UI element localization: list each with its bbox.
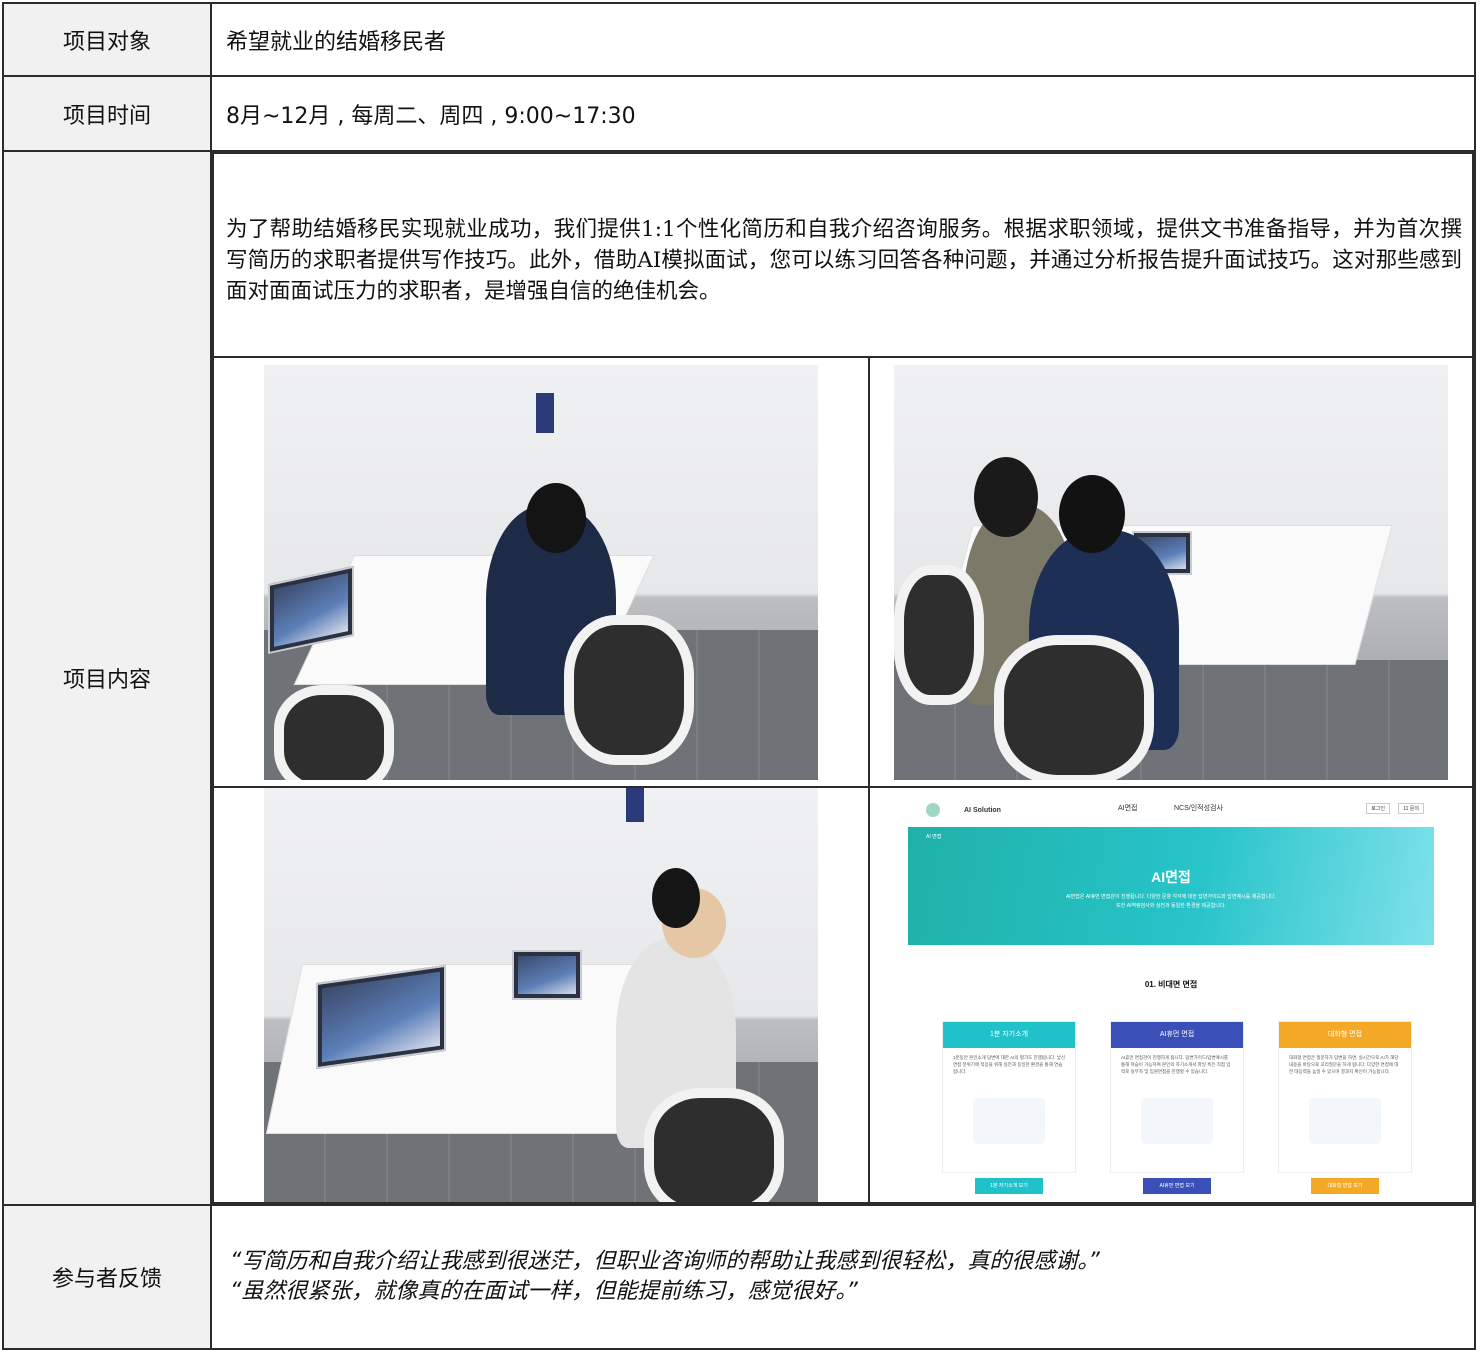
screen-illustration-icon xyxy=(1141,1098,1213,1144)
site-logo-icon xyxy=(926,803,940,817)
photo-cell-1 xyxy=(212,356,870,788)
feedback-quote-1: “写简历和自我介绍让我感到很迷茫，但职业咨询师的帮助让我感到很轻松，真的很感谢。… xyxy=(230,1249,1100,1274)
nav-ncs[interactable]: NCS/인적성검사 xyxy=(1174,803,1223,813)
card-self-intro-desc: 1분동안 본인소개 답변에 대한 AI의 평가도 진행됩니다. 낯선 면접 분위… xyxy=(953,1055,1065,1074)
card-self-intro: 1분 자기소개 1분동안 본인소개 답변에 대한 AI의 평가도 진행됩니다. … xyxy=(942,1021,1076,1194)
card-ai-human-desc: AI휴먼 면접관이 진행하게 됩니다. 답변가이드/답변예시를 통해 학습이 가… xyxy=(1121,1055,1231,1074)
photo-consultation-3 xyxy=(264,788,818,1202)
self-intro-button[interactable]: 1분 자기소개 보기 xyxy=(975,1178,1043,1194)
card-self-intro-title: 1분 자기소개 xyxy=(943,1022,1075,1048)
target-value: 希望就业的结婚移民者 xyxy=(210,2,1476,77)
site-nav: AI Solution AI면접 NCS/인적성검사 로그인 11 문의 xyxy=(926,803,1424,823)
people-illustration-icon xyxy=(973,1098,1045,1144)
hero-title: AI면접 xyxy=(1151,869,1191,885)
photo-cell-2 xyxy=(868,356,1474,788)
photo-consultation-2 xyxy=(894,364,1448,780)
feedback-label: 参与者反馈 xyxy=(2,1204,212,1350)
feedback-cell: “写简历和自我介绍让我感到很迷茫，但职业咨询师的帮助让我感到很轻松，真的很感谢。… xyxy=(210,1204,1476,1350)
nav-ai-interview[interactable]: AI면접 xyxy=(1118,803,1138,813)
time-label: 项目时间 xyxy=(2,75,212,152)
card-ai-human-title: AI휴먼 면접 xyxy=(1111,1022,1243,1048)
content-text-cell: 为了帮助结婚移民实现就业成功，我们提供1:1个性化简历和自我介绍咨询服务。根据求… xyxy=(212,152,1474,358)
photo-cell-3 xyxy=(212,786,870,1204)
content-cell: 为了帮助结婚移民实现就业成功，我们提供1:1个性化简历和自我介绍咨询服务。根据求… xyxy=(210,150,1476,1206)
photo-consultation-1 xyxy=(264,364,818,780)
target-label: 项目对象 xyxy=(2,2,212,77)
ai-human-button[interactable]: AI휴먼 면접 보기 xyxy=(1143,1178,1211,1194)
card-ai-human: AI휴먼 면접 AI휴먼 면접관이 진행하게 됩니다. 답변가이드/답변예시를 … xyxy=(1110,1021,1244,1194)
hero-text-1: AI면접은 AI휴먼 면접관이 진행됩니다. 다양한 문항 각각에 대한 답변가… xyxy=(1065,894,1277,900)
inquiry-button[interactable]: 11 문의 xyxy=(1398,803,1424,814)
content-paragraph: 为了帮助结婚移民实现就业成功，我们提供1:1个性化简历和自我介绍咨询服务。根据求… xyxy=(226,216,1462,304)
time-value: 8月~12月 , 每周二、周四 , 9:00~17:30 xyxy=(210,75,1476,152)
section-title: 01. 비대면 면접 xyxy=(1144,980,1198,989)
conversation-button[interactable]: 대화형 면접 보기 xyxy=(1311,1178,1379,1194)
site-breadcrumb[interactable]: AI 면접 xyxy=(926,833,941,840)
ai-interview-website: AI Solution AI면접 NCS/인적성검사 로그인 11 문의 AI … xyxy=(908,795,1434,1195)
login-button[interactable]: 로그인 xyxy=(1366,803,1390,814)
site-hero: AI 면접 AI면접 AI면접은 AI휴먼 면접관이 진행됩니다. 다양한 문항… xyxy=(908,827,1434,945)
meeting-illustration-icon xyxy=(1309,1098,1381,1144)
card-conversation: 대화형 면접 대화형 면접은 질문자가 답변을 하면, 실시간으로 AI가 해당… xyxy=(1278,1021,1412,1194)
content-label: 项目内容 xyxy=(2,150,212,1206)
card-conversation-title: 대화형 면접 xyxy=(1279,1022,1411,1048)
feedback-quote-2: “虽然很紧张，就像真的在面试一样，但能提前练习，感觉很好。” xyxy=(230,1279,858,1304)
content-inner-table: 为了帮助结婚移民实现就业成功，我们提供1:1个性化简历和自我介绍咨询服务。根据求… xyxy=(212,152,1474,1204)
project-info-table: 项目对象 希望就业的结婚移民者 项目时间 8月~12月 , 每周二、周四 , 9… xyxy=(2,2,1476,1350)
site-brand: AI Solution xyxy=(964,807,1001,814)
hero-text-2: 또한 AI역량검사와 실전과 동일한 환경을 제공합니다. xyxy=(1116,903,1226,909)
card-conversation-desc: 대화형 면접은 질문자가 답변을 하면, 실시간으로 AI가 해당 내용을 바탕… xyxy=(1289,1055,1399,1074)
website-screenshot-cell: AI Solution AI면접 NCS/인적성검사 로그인 11 문의 AI … xyxy=(868,786,1474,1204)
